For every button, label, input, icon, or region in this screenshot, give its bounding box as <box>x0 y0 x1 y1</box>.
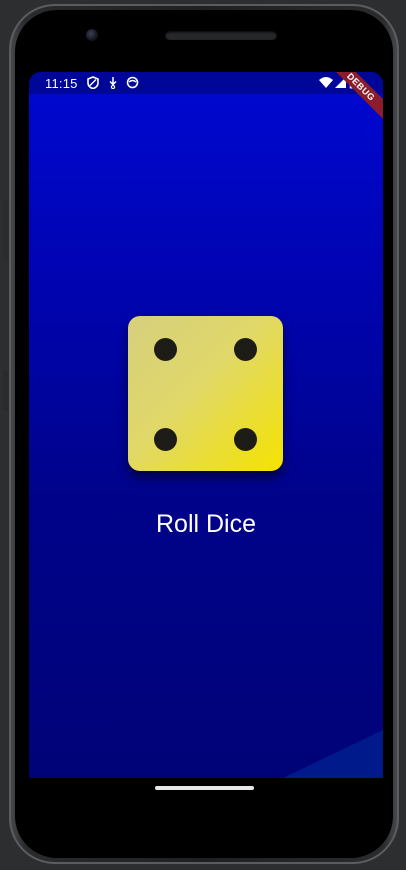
wifi-icon <box>319 77 333 88</box>
dice-pip <box>234 338 257 361</box>
shield-icon <box>87 76 99 89</box>
power-button <box>3 370 9 410</box>
front-camera <box>86 29 98 41</box>
status-time: 11:15 <box>45 76 78 91</box>
earpiece-speaker <box>165 31 277 40</box>
dice-pip <box>234 428 257 451</box>
dice-button[interactable] <box>128 316 283 471</box>
home-indicator[interactable] <box>155 786 254 790</box>
background-accent <box>283 730 383 778</box>
roll-dice-button[interactable]: Roll Dice <box>29 510 383 539</box>
status-bar: 11:15 <box>29 72 383 94</box>
download-icon <box>109 77 117 89</box>
app-screen: 11:15 DEBUG Roll Dice <box>29 72 383 778</box>
dice-pip <box>154 338 177 361</box>
dice-pip <box>154 428 177 451</box>
volume-button <box>3 200 9 260</box>
sync-icon <box>126 76 139 89</box>
